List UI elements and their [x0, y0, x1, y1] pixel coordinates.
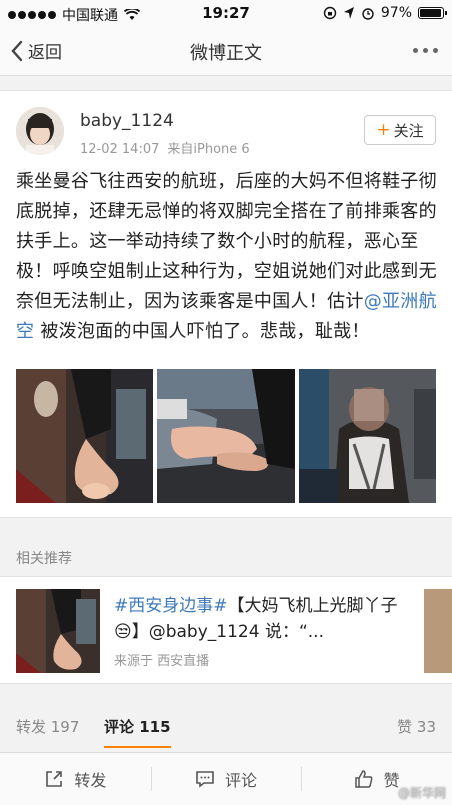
more-icon[interactable]	[413, 40, 438, 53]
tab-repost[interactable]: 转发 197	[16, 716, 79, 737]
post-text: 乘坐曼谷飞往西安的航班，后座的大妈不但将鞋子彻底脱掉，还肆无忌惮的将双脚完全搭在…	[16, 167, 441, 347]
post-text-tail: 被泼泡面的中国人吓怕了。悲哉，耻哉！	[34, 321, 370, 342]
thumbs-up-icon	[354, 770, 373, 788]
battery-fill	[420, 9, 442, 17]
comment-button[interactable]: 评论	[150, 753, 302, 805]
repost-button[interactable]: 转发	[0, 753, 151, 805]
battery-percent: 97%	[380, 5, 412, 21]
recommend-thumbnail	[16, 589, 100, 673]
repost-label: 转发	[74, 771, 107, 790]
action-bar: 转发 评论 赞	[0, 752, 452, 805]
plus-icon: +	[376, 120, 391, 140]
next-recommend-thumbnail[interactable]	[424, 589, 452, 673]
post-card: baby_1124 12-02 14:07 来自iPhone 6 + 关注 乘坐曼…	[0, 90, 452, 518]
nav-bar: 返回 微博正文	[0, 26, 452, 76]
watermark: @新华网	[397, 786, 446, 800]
post-photo-1[interactable]	[16, 369, 154, 503]
comment-icon	[196, 771, 214, 788]
page-title: 微博正文	[190, 43, 262, 64]
post-meta: 12-02 14:07 来自iPhone 6	[80, 138, 250, 157]
status-right: 97%	[323, 5, 447, 21]
recommend-text[interactable]: #西安身边事#【大妈飞机上光脚丫子😒】@baby_1124 说：“...	[114, 593, 404, 645]
post-date: 12-02 14:07	[80, 142, 160, 157]
recommend-topic[interactable]: #西安身边事#	[114, 596, 228, 616]
recommend-card[interactable]: #西安身边事#【大妈飞机上光脚丫子😒】@baby_1124 说：“... 来源于…	[0, 576, 452, 684]
tab-comment[interactable]: 评论 115	[104, 716, 171, 748]
post-username[interactable]: baby_1124	[80, 111, 174, 131]
avatar[interactable]	[16, 107, 64, 155]
location-icon	[343, 7, 354, 19]
follow-label: 关注	[393, 121, 424, 140]
battery-icon	[418, 7, 447, 19]
stats-tabs: 转发 197 评论 115 赞 33	[0, 708, 452, 748]
post-photo-2[interactable]	[157, 369, 295, 503]
comment-label: 评论	[225, 771, 258, 790]
lock-rotation-icon	[323, 6, 337, 20]
tab-like[interactable]: 赞 33	[397, 716, 436, 737]
post-photo-3[interactable]	[298, 369, 436, 503]
alarm-icon	[362, 8, 374, 20]
status-bar: 中国联通 19:27 97%	[0, 0, 452, 26]
recommend-source: 来源于 西安直播	[114, 654, 210, 669]
photo-grid	[16, 369, 436, 503]
post-source: 来自iPhone 6	[167, 142, 250, 157]
share-icon	[46, 771, 63, 787]
follow-button[interactable]: + 关注	[364, 115, 436, 145]
section-label: 相关推荐	[16, 551, 72, 567]
